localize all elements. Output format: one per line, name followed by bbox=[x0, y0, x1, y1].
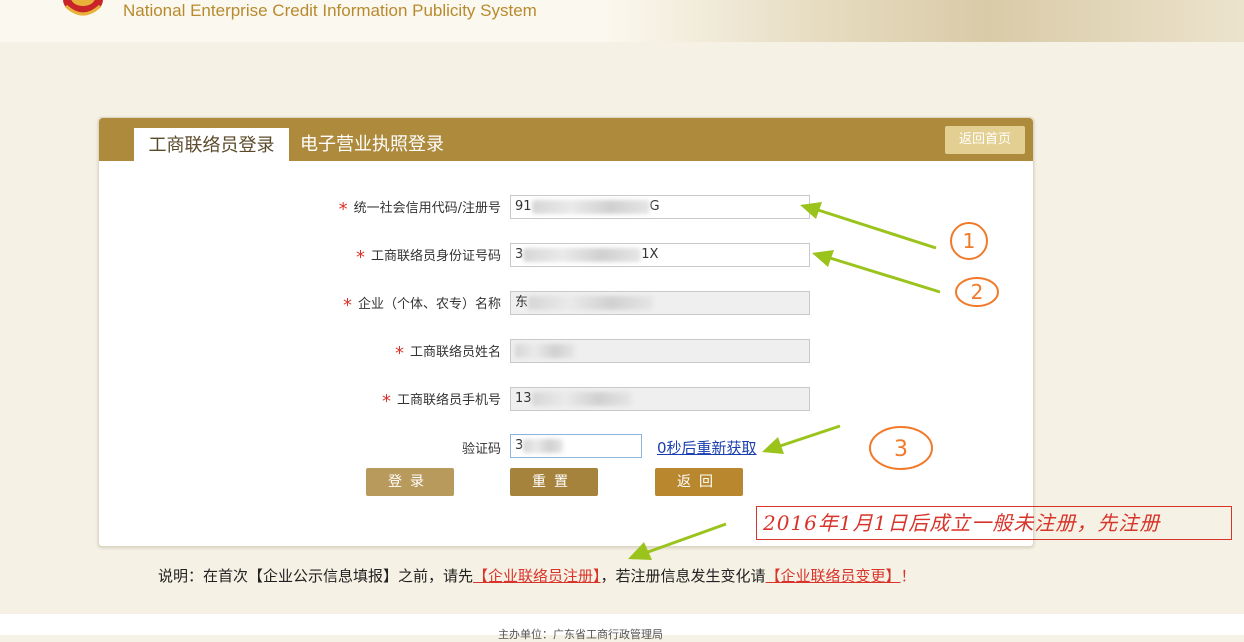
handwritten-annotation: 2016年1月1日后成立一般未注册，先注册 bbox=[756, 506, 1232, 540]
svg-text:1: 1 bbox=[963, 229, 976, 253]
arrow-to-register-link bbox=[628, 522, 727, 560]
annotation-circle-3: 3 bbox=[869, 426, 933, 470]
svg-text:2: 2 bbox=[971, 280, 984, 304]
svg-text:3: 3 bbox=[894, 437, 908, 462]
arrow-to-resend bbox=[762, 424, 841, 454]
annotation-circle-1: 1 bbox=[950, 222, 988, 260]
annotation-circle-2: 2 bbox=[955, 277, 999, 307]
arrow-to-id-number bbox=[812, 250, 941, 294]
arrow-to-credit-code bbox=[800, 202, 937, 250]
